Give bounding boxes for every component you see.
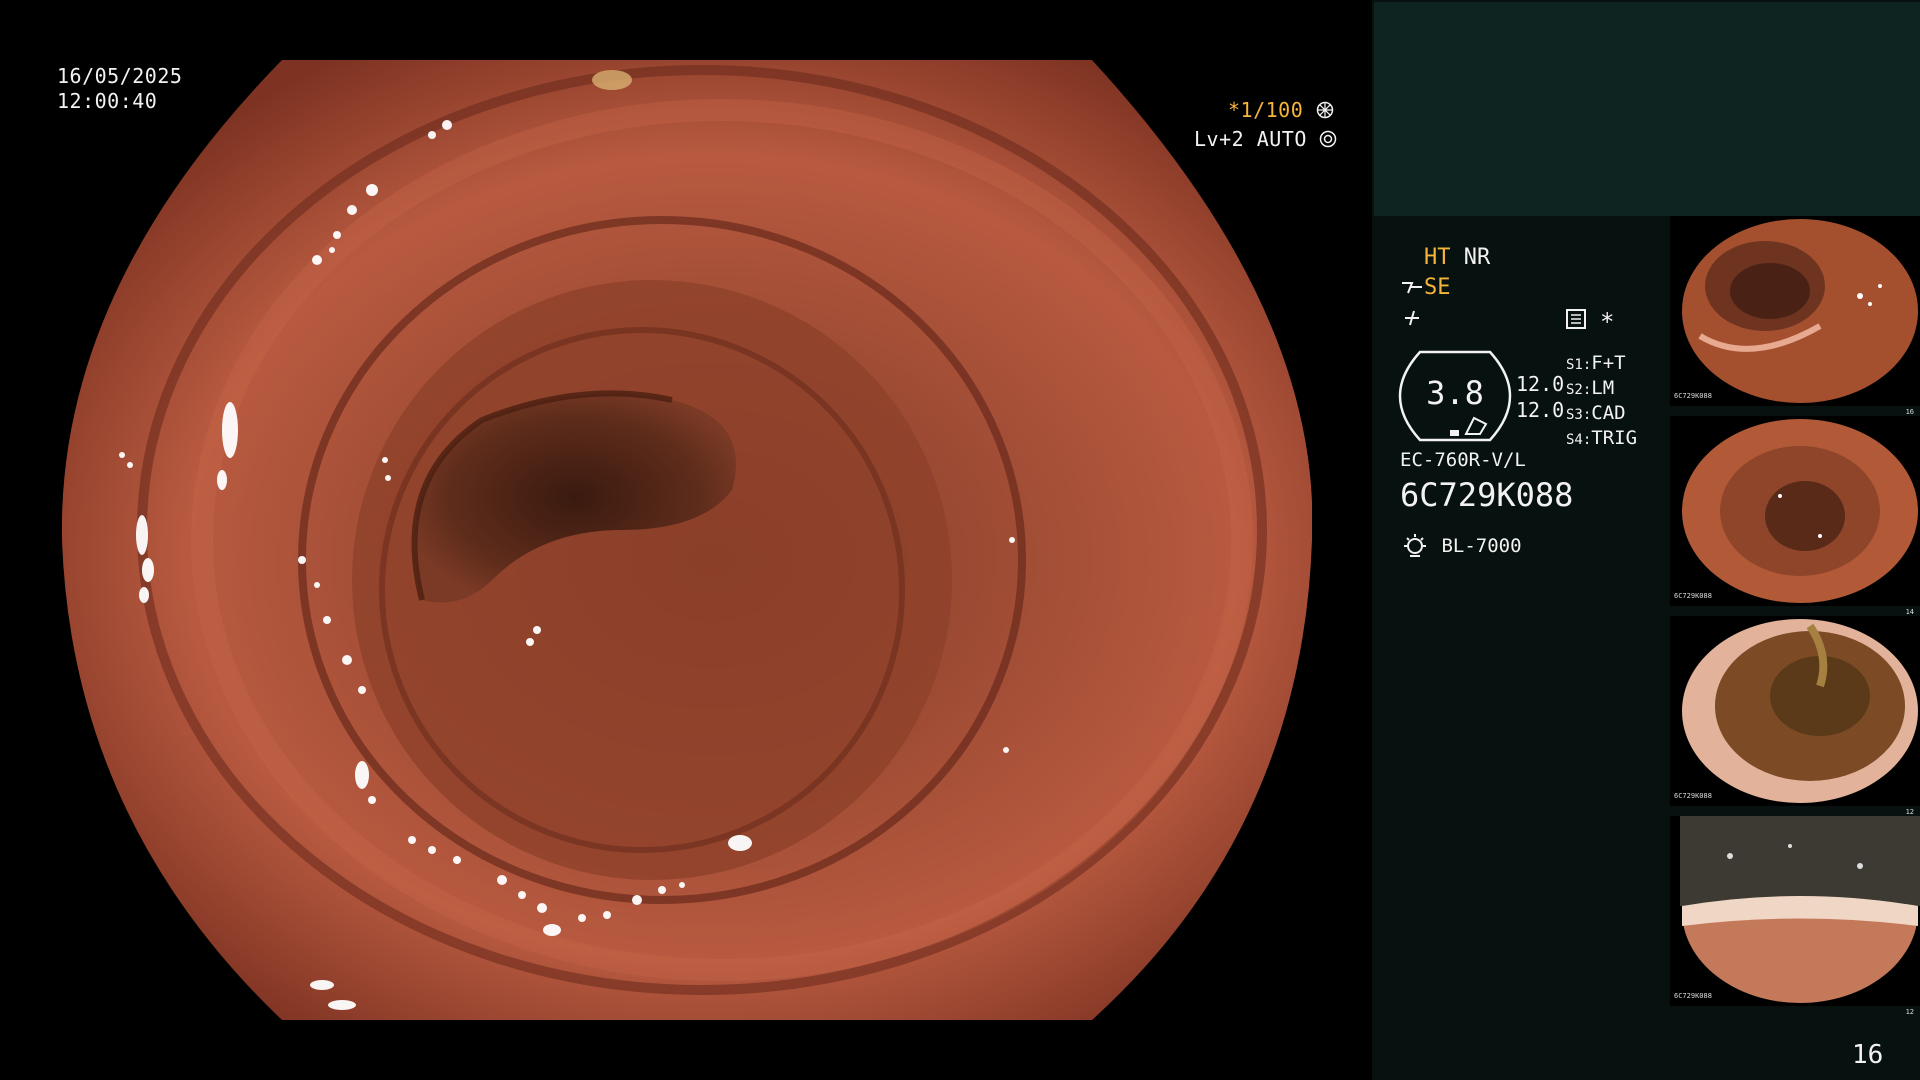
light-source-label: BL-7000	[1441, 535, 1522, 557]
scope-serial: 6C729K088	[1400, 476, 1574, 514]
menu-list-icon	[1566, 309, 1586, 329]
thumbnail-serial: 6C729K088	[1674, 392, 1712, 400]
nr-indicator: NR	[1463, 245, 1491, 270]
switch-s4: S4:TRIG	[1566, 427, 1638, 449]
shutter-readout: *1/100	[1228, 98, 1334, 123]
endoscopic-image	[62, 60, 1312, 1020]
time-label: 12:00:40	[57, 89, 158, 113]
ratio-bottom: 12.0	[1516, 398, 1565, 422]
thumbnail-serial: 6C729K088	[1674, 792, 1712, 800]
frame-number: 16	[1852, 1040, 1884, 1070]
se-indicator: SE	[1424, 275, 1451, 300]
thumbnail-index: 16	[1905, 408, 1914, 416]
thumbnail-image	[1670, 416, 1920, 606]
aperture-icon	[1316, 101, 1334, 119]
ht-label: HT NR	[1424, 245, 1490, 270]
ratio-top: 12.0	[1516, 372, 1565, 396]
zoom-value: 3.8	[1426, 374, 1484, 412]
thumbnail-2[interactable]: 6C729K088 14	[1670, 416, 1920, 616]
thumbnail-serial: 6C729K088	[1674, 592, 1712, 600]
light-source-row: BL-7000	[1400, 532, 1522, 558]
switch-s1: S1:F+T	[1566, 352, 1626, 374]
star-indicator: *	[1600, 308, 1615, 336]
iris-readout: Lv+2 AUTO	[1194, 127, 1337, 152]
thumbnail-serial: 6C729K088	[1674, 992, 1712, 1000]
thumbnail-4[interactable]: 6C729K088 12	[1670, 816, 1920, 1016]
structure-enhancement-icon	[1402, 282, 1422, 294]
date-label: 16/05/2025	[57, 64, 183, 88]
thumbnail-index: 14	[1905, 608, 1914, 616]
iris-icon	[1320, 130, 1337, 148]
color-enhance-icon	[1405, 310, 1419, 326]
switch-s2: S2:LM	[1566, 377, 1615, 399]
side-panel-header	[1374, 2, 1920, 216]
thumbnail-index: 12	[1905, 1008, 1914, 1016]
thumbnail-image	[1670, 816, 1920, 1006]
ht-indicator: HT	[1424, 245, 1451, 270]
thumbnail-3[interactable]: 6C729K088 12	[1670, 616, 1920, 816]
switch-list: S1:F+T S2:LM S3:CAD S4:TRIG	[1566, 352, 1637, 452]
scope-model: EC-760R-V/L	[1400, 449, 1526, 471]
shutter-value: *1/100	[1228, 98, 1304, 122]
thumbnail-image	[1670, 616, 1920, 806]
thumbnail-index: 12	[1905, 808, 1914, 816]
iris-value: Lv+2 AUTO	[1194, 127, 1307, 151]
thumbnail-1[interactable]: 6C729K088 16	[1670, 216, 1920, 416]
switch-s3: S3:CAD	[1566, 402, 1626, 424]
se-row: SE	[1400, 275, 1451, 300]
thumbnail-image	[1670, 216, 1920, 406]
light-bulb-icon	[1404, 534, 1426, 557]
